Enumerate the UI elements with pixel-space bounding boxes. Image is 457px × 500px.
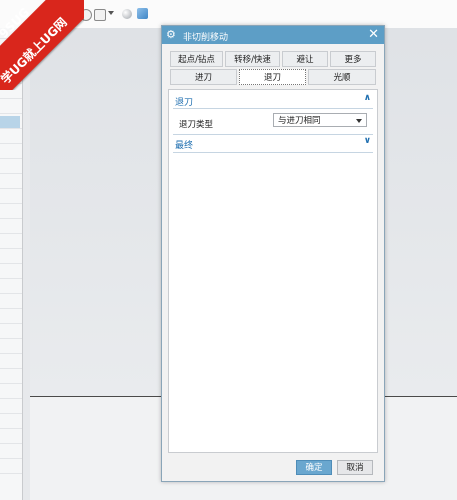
navigator-row-divider xyxy=(0,308,22,309)
dropdown-arrow-icon[interactable] xyxy=(108,11,114,15)
gear-icon: ⚙ xyxy=(166,28,176,41)
navigator-row-divider xyxy=(0,383,22,384)
cube-icon[interactable] xyxy=(137,8,148,19)
chevron-down-icon xyxy=(356,119,362,123)
tab-transfer-rapid[interactable]: 转移/快速 xyxy=(225,51,280,67)
tab-retract[interactable]: 退刀 xyxy=(239,69,306,85)
tab-more[interactable]: 更多 xyxy=(330,51,376,67)
navigator-row-divider xyxy=(0,98,22,99)
finish-group-title: 最终 xyxy=(175,141,194,151)
group-divider xyxy=(173,108,373,109)
tab-start-drill-points[interactable]: 起点/钻点 xyxy=(170,51,223,67)
navigator-row-divider xyxy=(0,158,22,159)
navigator-row-divider xyxy=(0,173,22,174)
navigator-row-divider xyxy=(0,143,22,144)
navigator-row-divider xyxy=(0,428,22,429)
retract-type-value: 与进刀相同 xyxy=(278,116,321,126)
navigator-row-divider xyxy=(0,218,22,219)
sphere-icon[interactable] xyxy=(122,9,132,19)
navigator-row-divider xyxy=(0,338,22,339)
navigator-row-divider xyxy=(0,263,22,264)
navigator-row-divider xyxy=(0,413,22,414)
navigator-row-divider xyxy=(0,128,22,129)
chevron-down-icon[interactable]: ∨ xyxy=(364,136,371,146)
retract-group-header[interactable]: 退刀 ∧ xyxy=(169,93,377,108)
dialog-title: 非切削移动 xyxy=(183,33,229,43)
ok-button[interactable]: 确定 xyxy=(296,460,332,475)
navigator-row-divider xyxy=(0,323,22,324)
navigator-row-divider xyxy=(0,398,22,399)
square-select-icon[interactable] xyxy=(94,9,106,21)
navigator-row-divider xyxy=(0,188,22,189)
navigator-row-divider xyxy=(0,293,22,294)
tab-avoidance[interactable]: 避让 xyxy=(282,51,328,67)
navigator-row-divider xyxy=(0,368,22,369)
dialog-title-bar: ⚙ 非切削移动 ✕ xyxy=(162,26,384,44)
tab-engage[interactable]: 进刀 xyxy=(170,69,237,85)
navigator-row-divider xyxy=(0,473,22,474)
navigator-row-divider xyxy=(0,278,22,279)
group-divider xyxy=(173,152,373,153)
chevron-up-icon[interactable]: ∧ xyxy=(364,93,371,103)
non-cutting-moves-dialog: ⚙ 非切削移动 ✕ 起点/钻点 转移/快速 避让 更多 进刀 退刀 光顺 退刀 … xyxy=(161,25,385,482)
navigator-row-divider xyxy=(0,443,22,444)
retract-type-select[interactable]: 与进刀相同 xyxy=(273,113,367,127)
navigator-row-divider xyxy=(0,113,22,114)
watermark-badge: 9SUG 学UG就上UG网 xyxy=(0,0,84,90)
finish-group-header[interactable]: 最终 ∨ xyxy=(169,136,377,151)
navigator-row-divider xyxy=(0,248,22,249)
navigator-row-divider xyxy=(0,458,22,459)
navigator-row-divider xyxy=(0,203,22,204)
navigator-row-divider xyxy=(0,353,22,354)
tab-smoothing[interactable]: 光顺 xyxy=(308,69,376,85)
navigator-selected-row[interactable] xyxy=(0,116,20,128)
cancel-button[interactable]: 取消 xyxy=(337,460,373,475)
close-icon[interactable]: ✕ xyxy=(368,27,379,42)
tab-content-panel: 退刀 ∧ 退刀类型 与进刀相同 最终 ∨ xyxy=(168,89,378,453)
group-divider xyxy=(173,134,373,135)
retract-type-label: 退刀类型 xyxy=(179,120,214,130)
left-navigator-panel xyxy=(0,28,23,500)
retract-group-title: 退刀 xyxy=(175,98,194,108)
navigator-row-divider xyxy=(0,233,22,234)
